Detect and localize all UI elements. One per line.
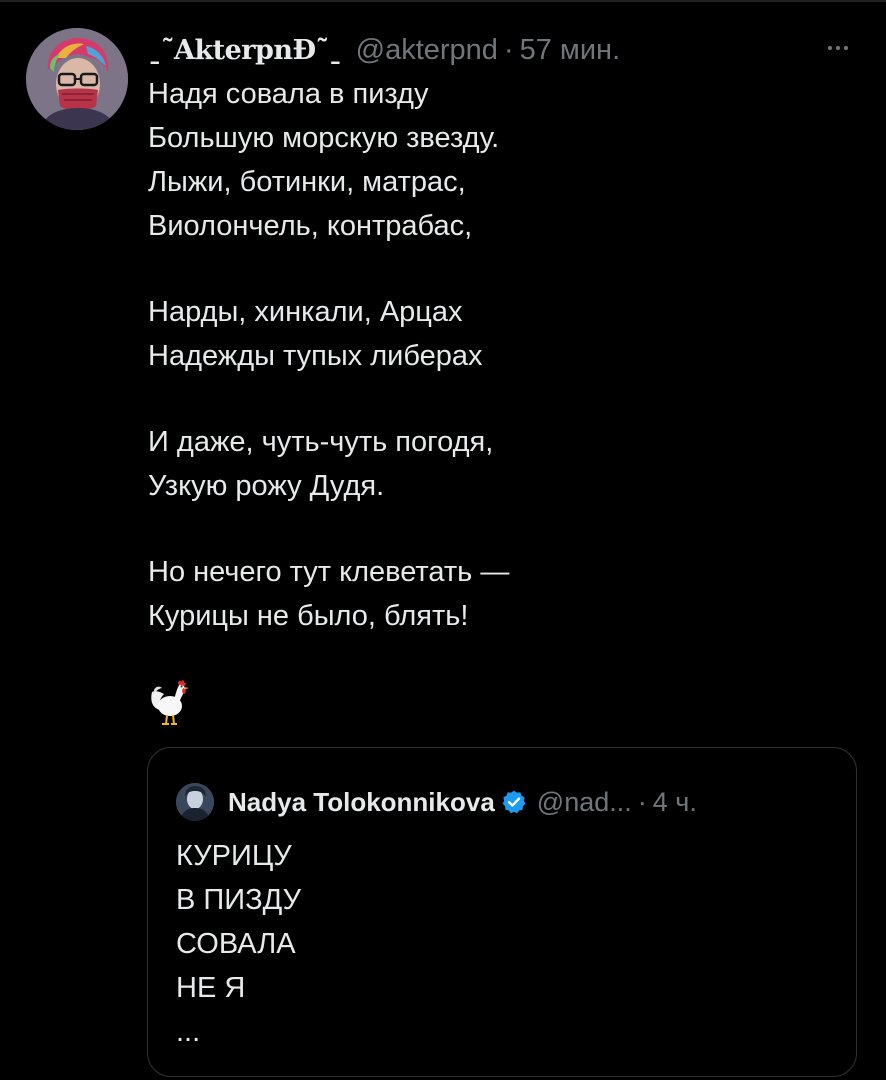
tweet[interactable]: ˍ˜AkterpnĐ˜ˍ @akterpnd · 57 мин. Надя со… xyxy=(0,0,886,1080)
quoted-tweet-text: КУРИЦУ В ПИЗДУ СОВАЛА НЕ Я ... xyxy=(176,834,301,1054)
tweet-header: ˍ˜AkterpnĐ˜ˍ @akterpnd · 57 мин. xyxy=(148,30,620,70)
tweet-line: Большую морскую звезду. xyxy=(148,122,500,154)
tweet-line: Но нечего тут клеветать — xyxy=(148,556,510,588)
quoted-tweet-timestamp[interactable]: 4 ч. xyxy=(653,787,697,818)
author-avatar[interactable] xyxy=(26,28,128,130)
author-display-name[interactable]: ˍ˜AkterpnĐ˜ˍ xyxy=(148,35,342,66)
tweet-line: Узкую рожу Дудя. xyxy=(148,470,385,502)
user-avatar-icon xyxy=(26,28,128,130)
quoted-tweet-line: КУРИЦУ xyxy=(176,840,292,872)
quoted-header-separator: · xyxy=(637,786,647,817)
header-separator: · xyxy=(503,33,514,66)
quoted-tweet-line: ... xyxy=(176,1016,201,1048)
stanza-gap xyxy=(148,378,848,420)
stanza-gap xyxy=(148,508,848,550)
verified-badge-icon xyxy=(502,790,526,814)
tweet-line: Виолончель, контрабас, xyxy=(148,210,473,242)
tweet-line: Курицы не было, блять! xyxy=(148,600,469,632)
tweet-line: И даже, чуть-чуть погодя, xyxy=(148,426,494,458)
quoted-author-avatar[interactable] xyxy=(176,783,214,821)
tweet-line: Надежды тупых либерах xyxy=(148,340,483,372)
quoted-tweet-card[interactable]: Nadya Tolokonnikova @nad... · 4 ч. КУРИЦ… xyxy=(147,747,857,1077)
tweet-line: Нарды, хинкали, Арцах xyxy=(148,296,463,328)
quoted-tweet-line: В ПИЗДУ xyxy=(176,884,301,916)
tweet-line: Надя совала в пизду xyxy=(148,78,429,110)
quoted-author-display-name[interactable]: Nadya Tolokonnikova xyxy=(228,787,495,818)
quoted-tweet-line: НЕ Я xyxy=(176,972,246,1004)
tweet-timestamp[interactable]: 57 мин. xyxy=(520,34,621,67)
tweet-text: Надя совала в пизду Большую морскую звез… xyxy=(148,72,848,638)
more-horizontal-icon[interactable] xyxy=(818,36,858,60)
quoted-author-handle[interactable]: @nad... xyxy=(537,787,632,818)
author-handle[interactable]: @akterpnd xyxy=(356,34,498,67)
tweet-line: Лыжи, ботинки, матрас, xyxy=(148,166,466,198)
quoted-tweet-header: Nadya Tolokonnikova @nad... · 4 ч. xyxy=(176,782,697,822)
quoted-tweet-line: СОВАЛА xyxy=(176,928,296,960)
user-avatar-icon xyxy=(176,783,214,821)
stanza-gap xyxy=(148,248,848,290)
rooster-emoji xyxy=(148,678,190,726)
